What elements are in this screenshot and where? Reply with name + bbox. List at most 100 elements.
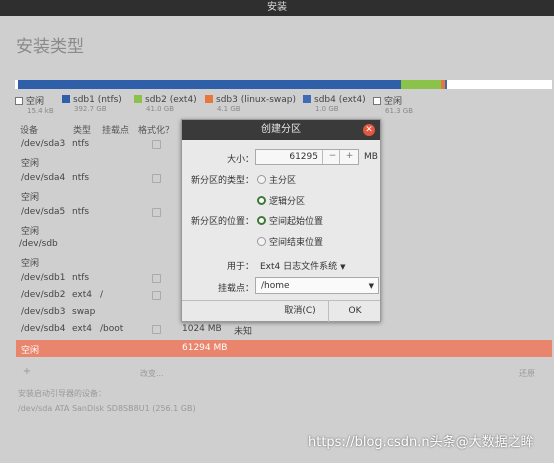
row-device: /dev/sdb1 — [21, 273, 66, 283]
add-partition-button[interactable]: + — [16, 366, 38, 380]
legend-item: sdb1 (ntfs) 392.7 GB — [62, 94, 122, 113]
disk-usage-bar — [15, 80, 552, 89]
row-device: 空闲 — [21, 259, 40, 269]
location-end-radio[interactable]: 空间结束位置 — [257, 235, 323, 248]
legend-size: 41.0 GB — [146, 105, 175, 113]
size-stepper[interactable]: 61295 − + — [255, 149, 359, 165]
row-size: 61294 MB — [182, 343, 228, 353]
bar-segment-sdb2 — [401, 80, 441, 89]
filesystem-dropdown[interactable]: Ext4 日志文件系统 ▼ — [260, 259, 346, 272]
bar-segment-sdb1 — [18, 80, 401, 89]
format-checkbox[interactable] — [152, 274, 161, 283]
row-used: 未知 — [234, 327, 253, 337]
row-device: 空闲 — [21, 159, 40, 169]
location-end-label: 空间结束位置 — [269, 238, 324, 248]
logical-partition-label: 逻辑分区 — [269, 197, 306, 207]
row-type: ntfs — [72, 273, 90, 283]
dropdown-arrow-icon: ▼ — [368, 282, 374, 290]
radio-unchecked-icon — [257, 175, 266, 184]
cancel-button[interactable]: 取消(C) — [272, 303, 328, 319]
legend-name: 空闲 — [26, 97, 45, 107]
size-value: 61295 — [289, 152, 318, 162]
legend-item: sdb3 (linux-swap) 4.1 GB — [205, 94, 296, 113]
legend-size: 61.3 GB — [385, 107, 414, 115]
legend-item: sdb4 (ext4) 1.0 GB — [303, 94, 366, 113]
dialog-titlebar: 创建分区 — [182, 120, 380, 140]
legend-name: sdb4 (ext4) — [314, 95, 366, 105]
size-unit: MB — [364, 152, 378, 162]
row-device: 空闲 — [21, 193, 40, 203]
table-row-selected[interactable]: 空闲 61294 MB — [16, 340, 552, 357]
disk-legend: 空闲 15.4 kB sdb1 (ntfs) 392.7 GB sdb2 (ex… — [15, 94, 552, 116]
format-checkbox[interactable] — [152, 174, 161, 183]
row-type: ntfs — [72, 207, 90, 217]
row-type: ntfs — [72, 173, 90, 183]
row-device: /dev/sdb2 — [21, 290, 66, 300]
change-partition-button[interactable]: 改变... — [140, 368, 164, 379]
dialog-divider — [182, 300, 380, 301]
row-device: /dev/sdb4 — [21, 324, 66, 334]
format-checkbox[interactable] — [152, 140, 161, 149]
logical-partition-radio[interactable]: 逻辑分区 — [257, 194, 305, 207]
create-partition-dialog: 创建分区 ✕ 大小： 61295 − + MB 新分区的类型： 主分区 逻辑分区… — [181, 119, 381, 322]
row-type: ext4 — [72, 290, 92, 300]
row-mount: /boot — [100, 324, 124, 334]
watermark-text: https://blog.csdn.n头条@大数据之眸 — [308, 435, 534, 450]
legend-swatch — [205, 95, 213, 103]
legend-name: sdb2 (ext4) — [145, 95, 197, 105]
bootloader-device-select[interactable]: /dev/sda ATA SanDisk SD8SB8U1 (256.1 GB) — [18, 404, 196, 413]
location-start-radio[interactable]: 空间起始位置 — [257, 214, 323, 227]
format-checkbox[interactable] — [152, 325, 161, 334]
page-title: 安装类型 — [16, 37, 84, 57]
legend-swatch — [15, 97, 23, 105]
legend-name: sdb1 (ntfs) — [73, 95, 122, 105]
legend-size: 4.1 GB — [217, 105, 241, 113]
ok-button[interactable]: OK — [329, 303, 381, 319]
legend-size: 1.0 GB — [315, 105, 339, 113]
legend-size: 392.7 GB — [74, 105, 107, 113]
legend-item: 空闲 61.3 GB — [373, 94, 413, 115]
legend-swatch — [303, 95, 311, 103]
legend-swatch — [134, 95, 142, 103]
column-header-device: 设备 — [20, 126, 39, 136]
mount-point-combobox[interactable]: /home ▼ — [255, 277, 379, 294]
close-icon[interactable]: ✕ — [363, 124, 375, 136]
format-checkbox[interactable] — [152, 208, 161, 217]
row-device: /dev/sdb3 — [21, 307, 66, 317]
window-titlebar: 安装 — [0, 0, 554, 16]
row-device: /dev/sdb — [19, 239, 58, 249]
bootloader-label: 安装启动引导器的设备： — [18, 389, 106, 398]
location-start-label: 空间起始位置 — [269, 217, 324, 227]
legend-item: 空闲 15.4 kB — [15, 94, 54, 115]
primary-partition-label: 主分区 — [269, 176, 297, 186]
partition-type-label: 新分区的类型： — [190, 176, 254, 186]
row-device: /dev/sda4 — [21, 173, 66, 183]
partition-location-label: 新分区的位置： — [190, 217, 254, 227]
primary-partition-radio[interactable]: 主分区 — [257, 173, 296, 186]
increment-button[interactable]: + — [339, 150, 359, 164]
column-header-mount: 挂载点 — [102, 126, 130, 136]
radio-checked-icon — [257, 196, 266, 205]
row-device: /dev/sda3 — [21, 139, 66, 149]
table-row[interactable]: /dev/sdb4 ext4 /boot 1024 MB 未知 — [16, 321, 552, 338]
row-mount: / — [100, 290, 104, 300]
row-type: ext4 — [72, 324, 92, 334]
filesystem-value: Ext4 日志文件系统 — [260, 262, 338, 272]
row-type: swap — [72, 307, 96, 317]
legend-swatch — [62, 95, 70, 103]
mount-point-value: /home — [261, 281, 290, 291]
revert-button[interactable]: 还原 — [519, 368, 535, 379]
window-title: 安装 — [267, 2, 287, 13]
legend-name: 空闲 — [384, 97, 403, 107]
column-header-type: 类型 — [73, 126, 92, 136]
radio-checked-icon — [257, 216, 266, 225]
row-device: 空闲 — [21, 346, 40, 356]
row-type: ntfs — [72, 139, 90, 149]
format-checkbox[interactable] — [152, 291, 161, 300]
dialog-title: 创建分区 — [261, 124, 301, 135]
use-as-label: 用于： — [226, 262, 254, 272]
size-label: 大小： — [226, 155, 254, 165]
radio-unchecked-icon — [257, 237, 266, 246]
mount-point-label: 挂载点： — [217, 284, 254, 294]
legend-swatch — [373, 97, 381, 105]
